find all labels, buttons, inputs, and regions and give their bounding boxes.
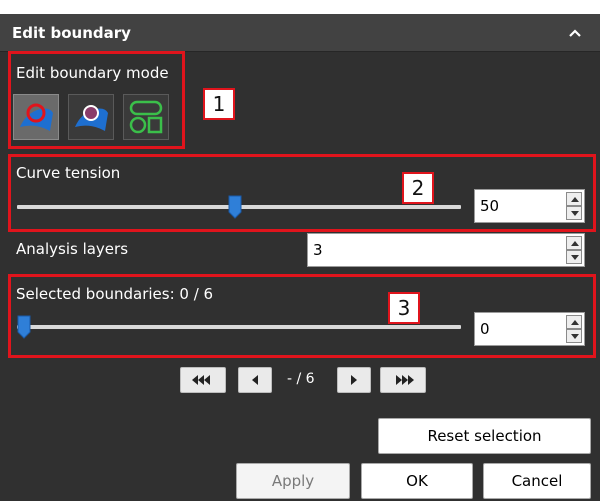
reset-selection-button[interactable]: Reset selection: [378, 418, 591, 454]
ok-button[interactable]: OK: [361, 463, 473, 499]
chevron-up-icon[interactable]: [568, 26, 582, 40]
highlight-box-1: [8, 51, 185, 149]
previous-icon: [252, 375, 258, 385]
page-indicator: - / 6: [287, 371, 315, 387]
skip-last-icon: [396, 375, 414, 385]
highlight-box-3: [8, 274, 596, 358]
spin-arrows: [566, 236, 582, 264]
cancel-button[interactable]: Cancel: [483, 463, 591, 499]
apply-button[interactable]: Apply: [236, 463, 350, 499]
analysis-layers-value: 3: [313, 241, 323, 259]
highlight-box-2: [8, 154, 596, 232]
skip-first-icon: [192, 375, 210, 385]
decrement-arrow-icon[interactable]: [566, 250, 582, 264]
first-page-button[interactable]: [180, 367, 226, 393]
last-page-button[interactable]: [380, 367, 426, 393]
increment-arrow-icon[interactable]: [566, 236, 582, 250]
annotation-tag-1: 1: [203, 88, 235, 120]
analysis-layers-spinbox[interactable]: 3: [307, 233, 585, 267]
analysis-layers-label: Analysis layers: [16, 240, 129, 258]
next-page-button[interactable]: [337, 367, 371, 393]
next-icon: [351, 375, 357, 385]
previous-page-button[interactable]: [238, 367, 272, 393]
panel-header[interactable]: Edit boundary: [0, 14, 600, 52]
panel-title: Edit boundary: [12, 24, 131, 42]
